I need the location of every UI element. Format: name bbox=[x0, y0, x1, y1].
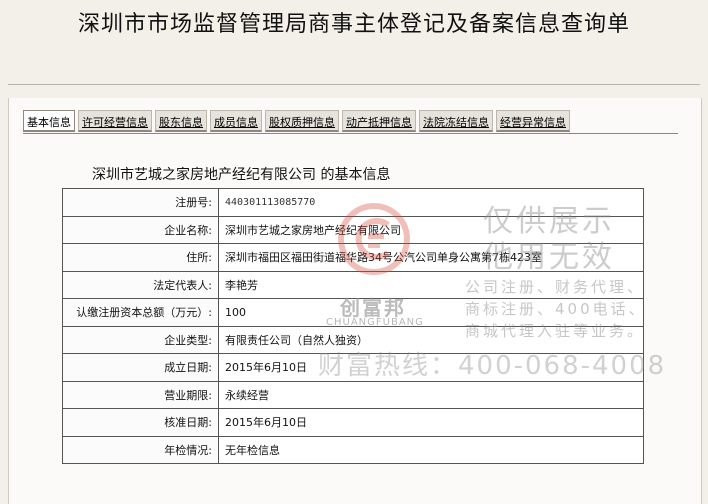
company-heading: 深圳市艺城之家房地产经纪有限公司 的基本信息 bbox=[92, 167, 391, 183]
table-row: 营业期限: 永续经营 bbox=[62, 380, 644, 409]
tab-license-info[interactable]: 许可经营信息 bbox=[78, 110, 152, 132]
brand-logo-watermark-icon bbox=[338, 203, 410, 275]
tab-court-freeze-info[interactable]: 法院冻结信息 bbox=[419, 110, 493, 132]
row-label: 营业期限: bbox=[62, 380, 219, 409]
annual-inspection: 无年检信息 bbox=[218, 435, 644, 464]
watermark-line5: 商城代理入驻等业务。 bbox=[465, 322, 646, 340]
row-label: 年检情况: bbox=[62, 435, 219, 464]
title-divider bbox=[8, 84, 700, 85]
row-label: 企业类型: bbox=[62, 325, 219, 354]
row-label: 注册号: bbox=[62, 188, 219, 217]
watermark-brand-en: CHUANGFUBANG bbox=[326, 317, 424, 328]
watermark-hotline: 财富热线：400-068-4008 bbox=[318, 351, 667, 381]
tab-abnormal-operation-info[interactable]: 经营异常信息 bbox=[496, 110, 570, 132]
tab-member-info[interactable]: 成员信息 bbox=[210, 110, 262, 132]
table-row: 核准日期: 2015年6月10日 bbox=[62, 408, 644, 437]
table-row: 年检情况: 无年检信息 bbox=[62, 435, 644, 464]
watermark-line3: 公司注册、财务代理、 bbox=[465, 278, 646, 296]
row-label: 住所: bbox=[62, 243, 219, 272]
tab-underline bbox=[23, 133, 678, 134]
tab-shareholder-info[interactable]: 股东信息 bbox=[155, 110, 207, 132]
row-label: 法定代表人: bbox=[62, 270, 219, 299]
page-title: 深圳市市场监督管理局商事主体登记及备案信息查询单 bbox=[77, 12, 630, 37]
watermark-line4: 商标注册、400电话、 bbox=[465, 300, 647, 318]
tab-chattel-mortgage-info[interactable]: 动产抵押信息 bbox=[342, 110, 416, 132]
tab-equity-pledge-info[interactable]: 股权质押信息 bbox=[265, 110, 339, 132]
watermark-line2: 他用无效 bbox=[483, 240, 615, 275]
tab-basic-info[interactable]: 基本信息 bbox=[23, 110, 75, 132]
tab-bar: 基本信息 许可经营信息 股东信息 成员信息 股权质押信息 动产抵押信息 法院冻结… bbox=[23, 110, 570, 132]
approval-date: 2015年6月10日 bbox=[218, 408, 644, 437]
row-label: 成立日期: bbox=[62, 353, 219, 382]
row-label: 核准日期: bbox=[62, 408, 219, 437]
row-label: 企业名称: bbox=[62, 215, 219, 244]
row-label: 认缴注册资本总额（万元）: bbox=[62, 298, 219, 327]
business-term: 永续经营 bbox=[218, 380, 644, 409]
